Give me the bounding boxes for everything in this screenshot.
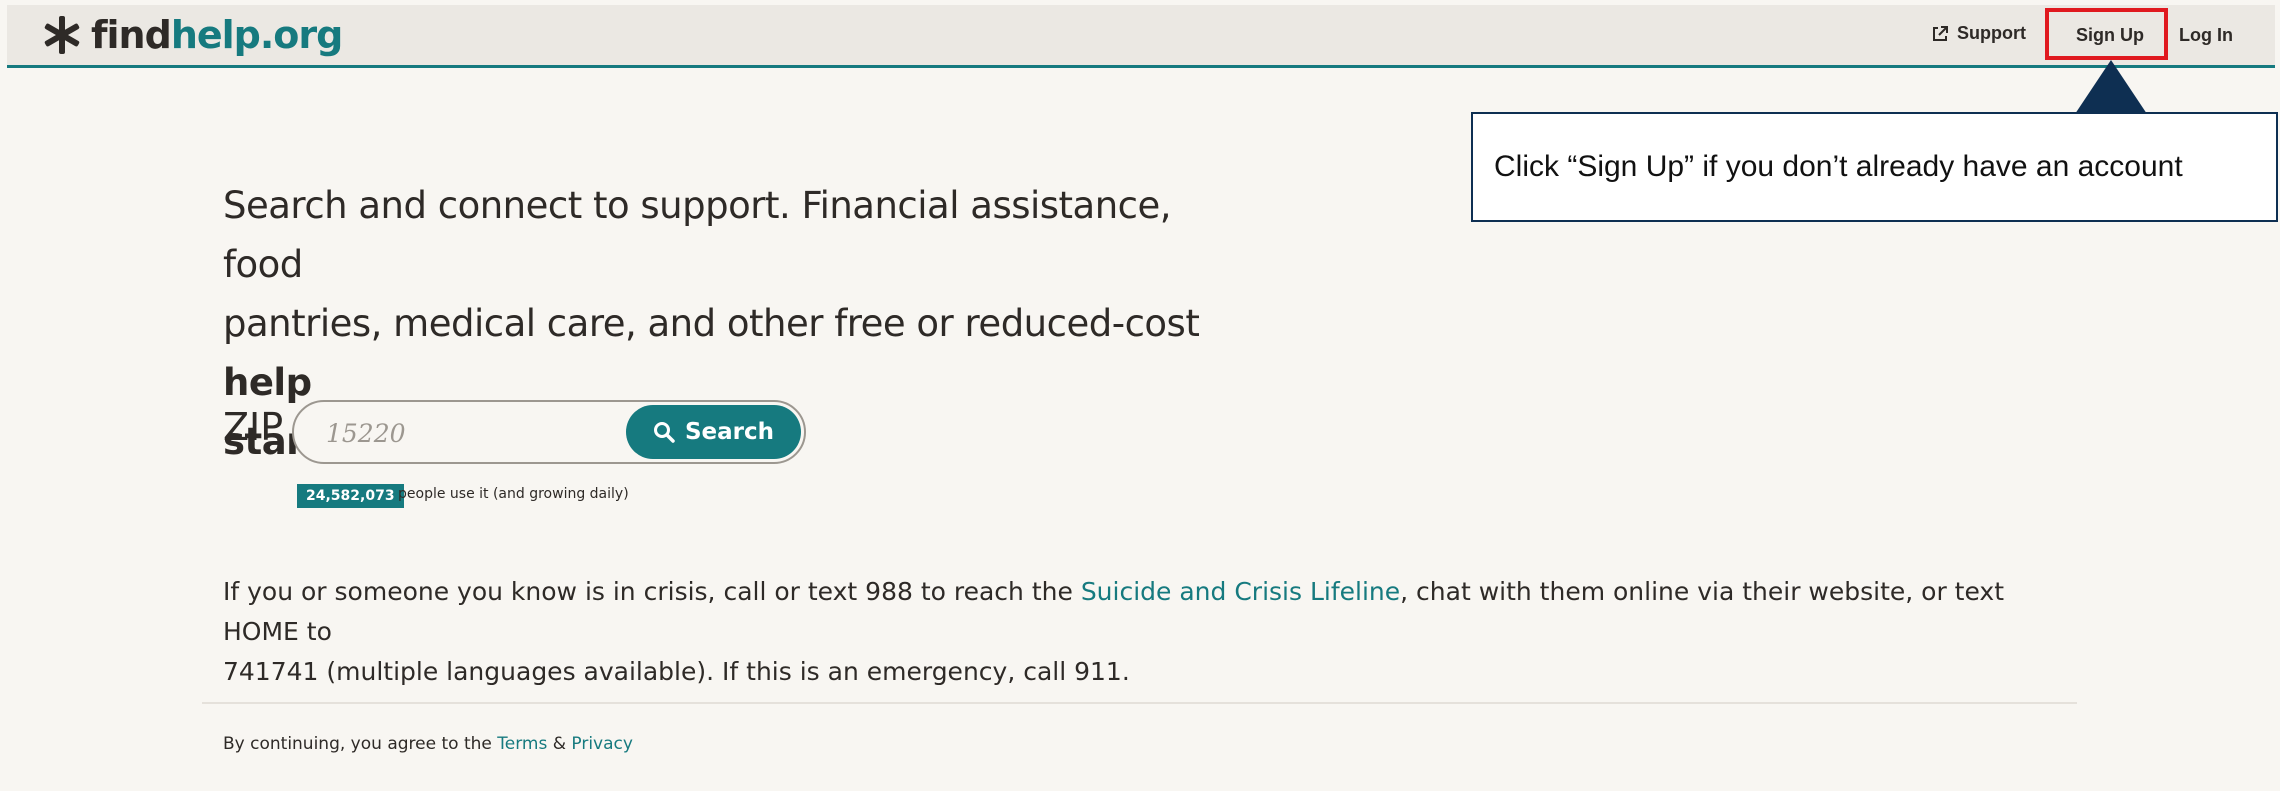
- callout-arrow: [2075, 60, 2147, 114]
- user-count-text: people use it (and growing daily): [398, 486, 629, 502]
- hero-help-bold: help: [223, 361, 312, 404]
- footer-legal: By continuing, you agree to the Terms & …: [223, 734, 633, 754]
- findhelp-logo[interactable]: findhelp.org: [41, 11, 344, 59]
- user-count-badge: 24,582,073: [297, 484, 404, 508]
- logo-help: help.org: [170, 13, 344, 57]
- asterisk-logo-icon: [44, 16, 80, 54]
- hero-line-1: Search and connect to support. Financial…: [223, 184, 1172, 286]
- crisis-text-before: If you or someone you know is in crisis,…: [223, 577, 1081, 606]
- logo-text: findhelp.org: [91, 13, 344, 57]
- footer-prefix: By continuing, you agree to the: [223, 734, 498, 754]
- crisis-text-after-2: 741741 (multiple languages available). I…: [223, 657, 1130, 686]
- terms-link[interactable]: Terms: [497, 734, 547, 754]
- nav-support-label: Support: [1957, 23, 2026, 43]
- zip-label: ZIP: [223, 405, 284, 449]
- search-button[interactable]: Search: [626, 405, 801, 459]
- nav-log-in-link[interactable]: Log In: [2179, 25, 2233, 46]
- zip-input[interactable]: [324, 412, 608, 454]
- zip-search-form: Search: [292, 400, 806, 464]
- crisis-message: If you or someone you know is in crisis,…: [223, 572, 2083, 692]
- footer-amp: &: [547, 734, 572, 754]
- logo-find: find: [91, 13, 172, 57]
- hero-line-2: pantries, medical care, and other free o…: [223, 302, 1200, 345]
- sign-up-highlight-box: [2045, 8, 2168, 60]
- footer-divider: [202, 702, 2077, 704]
- crisis-lifeline-link[interactable]: Suicide and Crisis Lifeline: [1081, 577, 1400, 606]
- callout-text: Click “Sign Up” if you don’t already hav…: [1494, 150, 2183, 183]
- site-header: findhelp.org Support Sign Up Log In: [7, 5, 2275, 68]
- privacy-link[interactable]: Privacy: [571, 734, 633, 754]
- search-button-label: Search: [684, 419, 775, 445]
- sign-up-callout: Click “Sign Up” if you don’t already hav…: [1471, 112, 2278, 222]
- search-icon: [653, 422, 675, 443]
- nav-support-link[interactable]: Support: [1931, 23, 2026, 44]
- external-link-icon: [1933, 25, 1948, 41]
